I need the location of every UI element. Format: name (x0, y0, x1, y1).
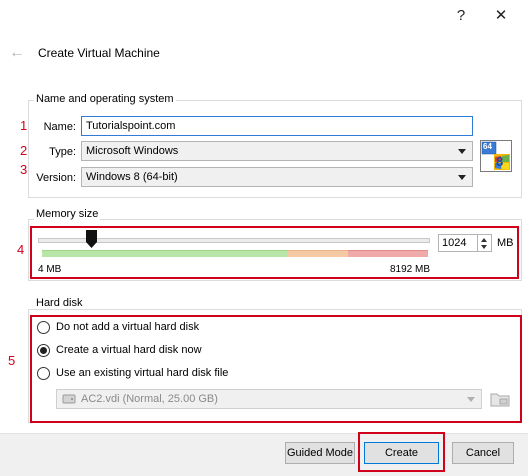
radio-no-disk-label[interactable]: Do not add a virtual hard disk (56, 321, 199, 333)
memory-spinbox[interactable]: 1024 (438, 234, 492, 252)
memory-zone-safe (42, 250, 288, 257)
hard-disk-group-title: Hard disk (34, 297, 85, 309)
wizard-title: Create Virtual Machine (38, 46, 160, 60)
radio-existing-disk-label[interactable]: Use an existing virtual hard disk file (56, 367, 228, 379)
os-icon-digit: 8 (496, 154, 504, 169)
cancel-button[interactable]: Cancel (452, 442, 514, 464)
name-os-group-title: Name and operating system (34, 93, 176, 105)
memory-slider-thumb[interactable] (86, 230, 97, 248)
annotation-3: 3 (20, 162, 28, 177)
help-button[interactable]: ? (444, 3, 478, 29)
windows-8-os-icon: 64 8 (480, 140, 512, 172)
memory-group-title: Memory size (34, 208, 101, 220)
hard-disk-icon (62, 394, 76, 404)
radio-create-disk[interactable] (37, 344, 50, 357)
memory-unit-label: MB (497, 237, 514, 249)
close-button[interactable]: ✕ (484, 3, 518, 29)
chevron-down-icon (467, 397, 475, 402)
existing-disk-value: AC2.vdi (Normal, 25.00 GB) (81, 393, 218, 405)
guided-mode-button[interactable]: Guided Mode (285, 442, 355, 464)
radio-create-disk-label[interactable]: Create a virtual hard disk now (56, 344, 202, 356)
chevron-down-icon (458, 175, 466, 180)
os-icon-badge: 64 (483, 142, 492, 151)
back-arrow-icon[interactable]: ← (9, 44, 25, 62)
dialog-footer (0, 433, 528, 476)
radio-existing-disk[interactable] (37, 367, 50, 380)
annotation-5: 5 (8, 353, 16, 368)
name-label: Name: (43, 121, 76, 133)
existing-disk-select[interactable]: AC2.vdi (Normal, 25.00 GB) (56, 389, 482, 409)
memory-spin-buttons[interactable] (477, 235, 491, 251)
memory-max-label: 8192 MB (390, 264, 431, 275)
type-select[interactable]: Microsoft Windows (81, 141, 473, 161)
radio-no-disk[interactable] (37, 321, 50, 334)
version-select-value: Windows 8 (64-bit) (86, 171, 178, 183)
memory-zone-danger (348, 250, 428, 257)
chevron-down-icon (458, 149, 466, 154)
spin-down-icon[interactable] (481, 245, 487, 249)
annotation-2: 2 (20, 143, 28, 158)
version-select[interactable]: Windows 8 (64-bit) (81, 167, 473, 187)
memory-value: 1024 (442, 237, 467, 249)
spin-up-icon[interactable] (481, 238, 487, 242)
version-label: Version: (36, 172, 76, 184)
memory-zone-warning (288, 250, 348, 257)
memory-min-label: 4 MB (38, 264, 62, 275)
name-input[interactable]: Tutorialspoint.com (81, 116, 473, 136)
choose-disk-folder-icon[interactable] (489, 389, 511, 409)
annotation-1: 1 (20, 118, 28, 133)
type-label: Type: (49, 146, 76, 158)
create-button[interactable]: Create (364, 442, 439, 464)
annotation-4: 4 (17, 242, 25, 257)
type-select-value: Microsoft Windows (86, 145, 179, 157)
